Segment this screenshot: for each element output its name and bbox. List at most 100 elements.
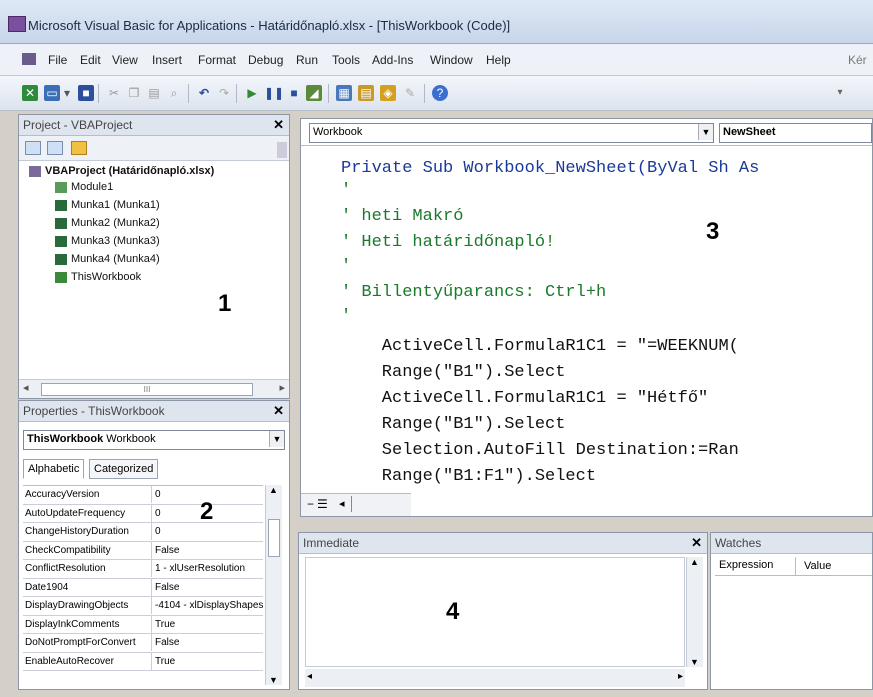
scroll-up-icon[interactable]: ▲ xyxy=(690,557,699,567)
properties-window-icon[interactable]: ▤ xyxy=(358,85,374,101)
property-value[interactable]: False xyxy=(151,634,263,651)
code-line[interactable]: ' xyxy=(341,307,351,326)
scroll-right-icon[interactable]: ▸ xyxy=(678,671,683,682)
view-excel-icon[interactable]: ✕ xyxy=(22,85,38,101)
toggle-folders-icon[interactable] xyxy=(71,141,87,155)
close-icon[interactable]: ✕ xyxy=(273,115,284,135)
find-icon[interactable]: ⌕ xyxy=(166,85,182,101)
design-mode-icon[interactable]: ◢ xyxy=(306,85,322,101)
toolbox-icon[interactable]: ✎ xyxy=(402,85,418,101)
object-browser-icon[interactable]: ◈ xyxy=(380,85,396,101)
property-row[interactable]: DisplayDrawingObjects -4104 - xlDisplaySh… xyxy=(23,597,263,616)
menu-insert[interactable]: Insert xyxy=(152,53,182,67)
property-row[interactable]: DisplayInkComments True xyxy=(23,615,263,634)
project-hscrollbar[interactable]: ◂ III ▸ xyxy=(19,379,289,398)
property-row[interactable]: ChangeHistoryDuration 0 xyxy=(23,523,263,542)
dropdown-arrow-icon[interactable]: ▾ xyxy=(62,85,72,101)
tab-alphabetic[interactable]: Alphabetic xyxy=(23,459,85,479)
view-object-icon[interactable] xyxy=(47,141,63,155)
immediate-hscrollbar[interactable]: ◂ ▸ xyxy=(305,669,685,687)
property-value[interactable]: True xyxy=(151,652,263,670)
property-row[interactable]: Date1904 False xyxy=(23,578,263,597)
scroll-thumb[interactable] xyxy=(268,519,280,557)
tree-item-munka3[interactable]: Munka3 (Munka3) xyxy=(55,235,160,247)
code-line[interactable]: Private Sub Workbook_NewSheet(ByVal Sh A… xyxy=(341,159,759,178)
tree-item-munka2[interactable]: Munka2 (Munka2) xyxy=(55,217,160,229)
close-icon[interactable]: ✕ xyxy=(691,533,702,553)
copy-icon[interactable]: ❐ xyxy=(126,85,142,101)
scroll-down-icon[interactable]: ▼ xyxy=(269,675,278,685)
tree-item-thisworkbook[interactable]: ThisWorkbook xyxy=(55,271,141,283)
code-line[interactable]: Range("B1:F1").Select xyxy=(341,467,596,486)
scroll-left-icon[interactable]: ◂ xyxy=(339,497,345,510)
tree-item-munka1[interactable]: Munka1 (Munka1) xyxy=(55,199,160,211)
object-combo[interactable]: Workbook ▼ xyxy=(309,123,714,143)
property-value[interactable]: False xyxy=(151,541,263,559)
menu-format[interactable]: Format xyxy=(198,53,236,67)
procedure-combo[interactable]: NewSheet xyxy=(719,123,872,143)
code-line[interactable]: ' Billentyűparancs: Ctrl+h xyxy=(341,283,606,302)
scroll-down-icon[interactable]: ▼ xyxy=(690,657,699,667)
insert-userform-icon[interactable]: ▭ xyxy=(44,85,60,101)
code-line[interactable]: ' xyxy=(341,181,351,200)
paste-icon[interactable]: ▤ xyxy=(146,85,162,101)
tab-categorized[interactable]: Categorized xyxy=(89,459,159,479)
break-icon[interactable]: ❚❚ xyxy=(264,85,284,101)
view-code-icon[interactable] xyxy=(25,141,41,155)
scroll-right-icon[interactable]: ▸ xyxy=(279,381,285,394)
code-line[interactable]: ' Heti határidőnapló! xyxy=(341,233,555,252)
menu-add-ins[interactable]: Add-Ins xyxy=(372,53,413,67)
save-icon[interactable]: ■ xyxy=(78,85,94,101)
scroll-left-icon[interactable]: ◂ xyxy=(23,381,29,394)
menu-view[interactable]: View xyxy=(112,53,138,67)
immediate-input[interactable] xyxy=(305,557,685,667)
full-module-view-icon[interactable]: ☰ xyxy=(317,497,328,511)
scroll-up-icon[interactable]: ▲ xyxy=(269,485,278,495)
chevron-down-icon[interactable]: ▼ xyxy=(269,431,284,447)
property-row[interactable]: DoNotPromptForConvert False xyxy=(23,634,263,653)
scroll-thumb[interactable]: III xyxy=(41,383,253,396)
property-row[interactable]: EnableAutoRecover True xyxy=(23,652,263,671)
code-line[interactable]: Selection.AutoFill Destination:=Ran xyxy=(341,441,739,460)
code-line[interactable]: ' xyxy=(341,257,351,276)
tree-root[interactable]: VBAProject (Határidőnapló.xlsx) xyxy=(29,165,214,177)
menu-debug[interactable]: Debug xyxy=(248,53,283,67)
code-line[interactable]: ActiveCell.FormulaR1C1 = "=WEEKNUM( xyxy=(341,337,739,356)
menu-edit[interactable]: Edit xyxy=(80,53,101,67)
ask-question-box[interactable]: Kér xyxy=(848,53,867,67)
property-row[interactable]: CheckCompatibility False xyxy=(23,541,263,560)
property-value[interactable]: False xyxy=(151,578,263,596)
immediate-vscrollbar[interactable]: ▲ ▼ xyxy=(686,557,703,667)
column-value[interactable]: Value xyxy=(795,557,831,575)
code-line[interactable]: Range("B1").Select xyxy=(341,415,566,434)
redo-icon[interactable]: ↷ xyxy=(216,85,232,101)
menu-help[interactable]: Help xyxy=(486,53,511,67)
menu-tools[interactable]: Tools xyxy=(332,53,360,67)
project-explorer-icon[interactable]: ▦ xyxy=(336,85,352,101)
property-row[interactable]: AutoUpdateFrequency 0 xyxy=(23,504,263,523)
code-line[interactable]: Range("B1").Select xyxy=(341,363,566,382)
run-icon[interactable]: ▶ xyxy=(244,85,260,101)
help-icon[interactable]: ? xyxy=(432,85,448,101)
property-row[interactable]: ConflictResolution 1 - xlUserResolution xyxy=(23,560,263,579)
properties-vscrollbar[interactable]: ▲ ▼ xyxy=(265,485,282,685)
code-line[interactable]: ' heti Makró xyxy=(341,207,463,226)
menu-run[interactable]: Run xyxy=(296,53,318,67)
close-icon[interactable]: ✕ xyxy=(273,401,284,421)
reset-icon[interactable]: ■ xyxy=(286,85,302,101)
scroll-left-icon[interactable]: ◂ xyxy=(307,671,312,682)
menu-window[interactable]: Window xyxy=(430,53,473,67)
column-expression[interactable]: Expression xyxy=(719,559,773,571)
tree-item-munka4[interactable]: Munka4 (Munka4) xyxy=(55,253,160,265)
toolbar-options-icon[interactable]: ▾ xyxy=(832,85,848,101)
chevron-down-icon[interactable]: ▼ xyxy=(698,124,713,140)
property-value[interactable]: 1 - xlUserResolution xyxy=(151,560,263,577)
cut-icon[interactable]: ✂ xyxy=(106,85,122,101)
object-selector[interactable]: ThisWorkbook Workbook ▼ xyxy=(23,430,285,450)
undo-icon[interactable]: ↶ xyxy=(196,85,212,101)
property-value[interactable]: -4104 - xlDisplayShapes xyxy=(151,597,263,614)
property-row[interactable]: AccuracyVersion 0 xyxy=(23,486,263,505)
tree-item-module1[interactable]: Module1 xyxy=(55,181,113,193)
menu-file[interactable]: File xyxy=(48,53,67,67)
procedure-view-icon[interactable]: − xyxy=(307,497,314,511)
